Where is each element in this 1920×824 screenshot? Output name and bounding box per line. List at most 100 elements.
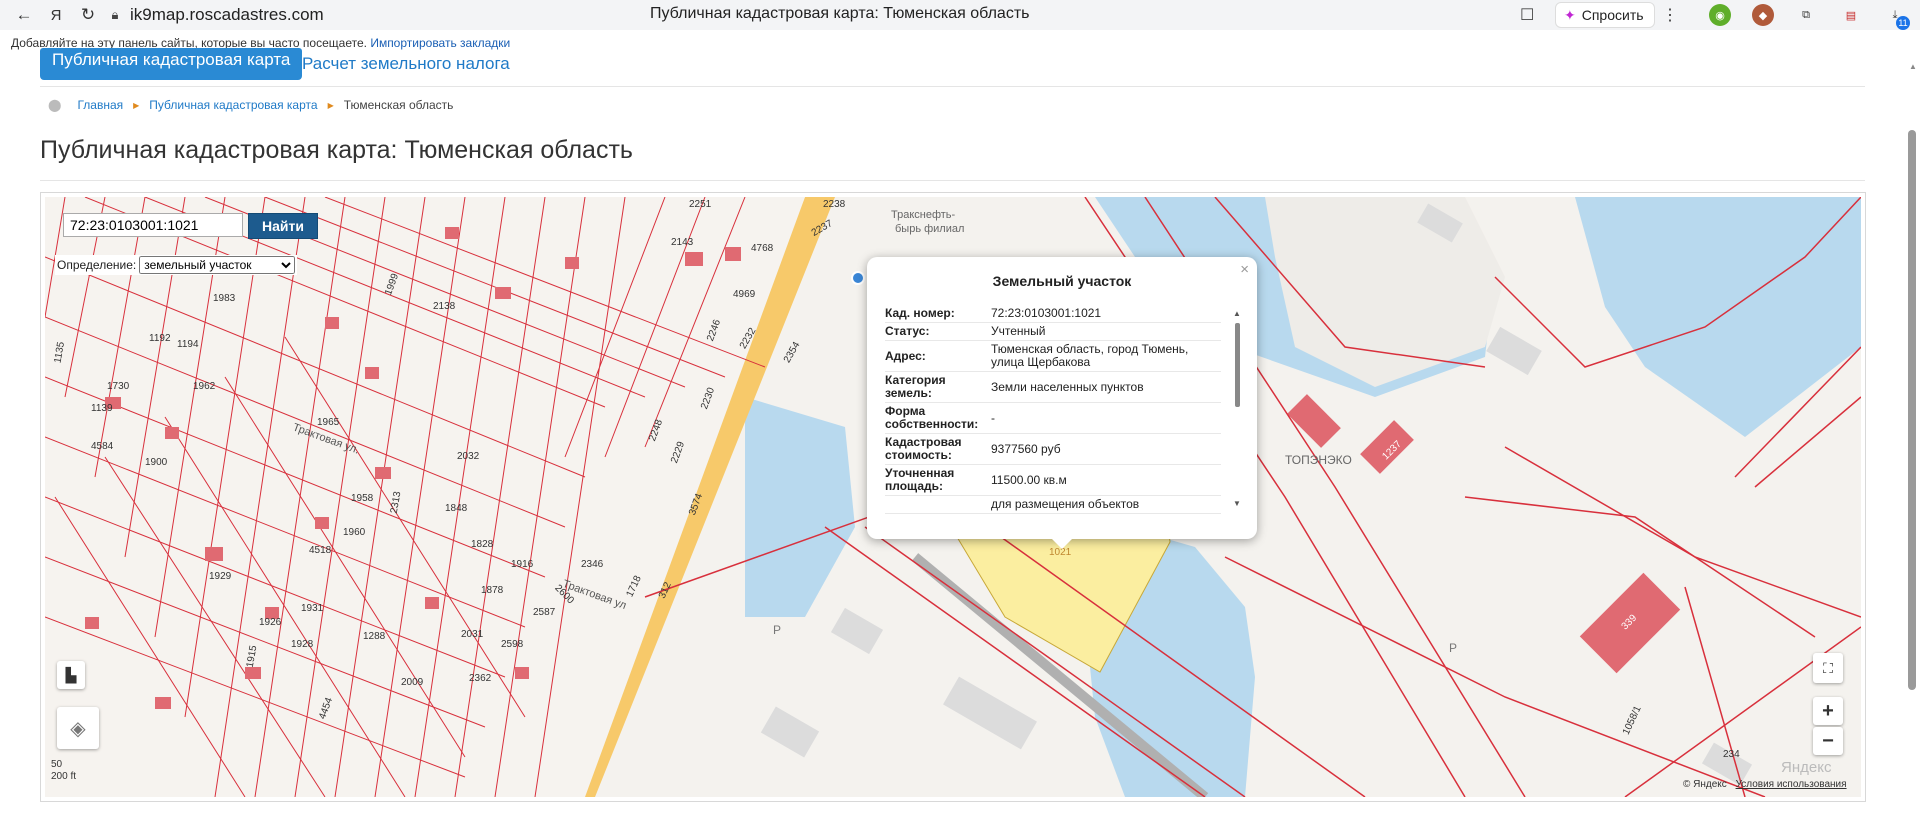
- parcel-label: 1916: [511, 559, 534, 570]
- poi-label: Тракснефть-: [891, 209, 956, 221]
- extension-icon-1[interactable]: ◉: [1709, 4, 1731, 26]
- definition-row: Определение: земельный участок: [55, 255, 298, 275]
- row-value: Тюменская область, город Тюмень, улица Щ…: [991, 340, 1221, 372]
- map-pin-icon[interactable]: [851, 271, 865, 285]
- parking-label: P: [773, 623, 782, 637]
- parcel-label: 1237: [1380, 438, 1404, 463]
- table-row: Форма собственности: -: [885, 402, 1221, 434]
- breadcrumb-home[interactable]: Главная: [77, 98, 123, 112]
- parcel-label: 4768: [751, 243, 774, 254]
- zoom-in-button[interactable]: +: [1813, 697, 1843, 725]
- cadastral-number-input[interactable]: [63, 213, 243, 237]
- location-pin-icon: ⬤: [48, 98, 62, 112]
- parcel-label: 1718: [624, 574, 644, 599]
- row-value: для размещения объектов: [991, 495, 1221, 514]
- row-key: Категория земель:: [885, 371, 991, 403]
- parcel-label: 4969: [733, 289, 756, 300]
- scroll-down-icon[interactable]: ▼: [1233, 499, 1241, 508]
- yandex-logo: Яндекс: [1781, 759, 1832, 776]
- breadcrumb-separator-icon: ▶: [327, 100, 334, 110]
- menu-icon[interactable]: ⋮: [1662, 5, 1678, 25]
- parcel-label: 4584: [91, 441, 114, 452]
- parcel-label: 1926: [259, 617, 282, 628]
- parcel-label: 4454: [317, 696, 336, 721]
- bookmark-icon[interactable]: ☐: [1520, 5, 1534, 25]
- row-key: Кад. номер:: [885, 305, 991, 323]
- table-row: для размещения объектов: [885, 495, 1221, 514]
- parcel-label: 1958: [351, 493, 374, 504]
- downloads-badge: 11: [1896, 16, 1910, 30]
- definition-label: Определение:: [57, 258, 137, 272]
- extension-icon-2[interactable]: ◆: [1752, 4, 1774, 26]
- parcel-label: 4518: [309, 545, 332, 556]
- parcel-label: 1962: [193, 381, 216, 392]
- reload-icon[interactable]: ↻: [72, 0, 104, 30]
- extension-icon-3[interactable]: ⧉: [1795, 4, 1817, 26]
- parcel-label: 2237: [809, 218, 835, 239]
- row-value: -: [991, 402, 1221, 434]
- layers-button[interactable]: ◈: [57, 707, 99, 749]
- parcel-label: 2138: [433, 301, 456, 312]
- parcel-label: 2032: [457, 451, 480, 462]
- parcel-label: 234: [1723, 749, 1740, 760]
- ask-button[interactable]: ✦ Спросить: [1555, 2, 1655, 28]
- parcel-label: 2346: [581, 559, 604, 570]
- import-bookmarks-link[interactable]: Импортировать закладки: [370, 36, 510, 50]
- breadcrumb: ⬤ Главная ▶ Публичная кадастровая карта …: [48, 98, 453, 112]
- back-icon[interactable]: ←: [8, 0, 40, 30]
- parcel-label: 2354: [781, 340, 803, 365]
- parcel-label: 2313: [388, 490, 404, 515]
- breadcrumb-current: Тюменская область: [343, 98, 454, 112]
- table-row: Адрес: Тюменская область, город Тюмень, у…: [885, 340, 1221, 372]
- row-key: [885, 495, 991, 514]
- scroll-up-icon[interactable]: ▲: [1233, 309, 1241, 318]
- parcel-label: 1965: [317, 417, 340, 428]
- terms-link[interactable]: Условия использования: [1736, 779, 1847, 790]
- parcel-label: 1928: [291, 639, 314, 650]
- copyright-text: © Яндекс: [1683, 779, 1727, 790]
- lock-icon[interactable]: 🔒︎: [104, 7, 126, 23]
- parcel-info-popup: × Земельный участок Кад. номер: 72:23:010…: [867, 257, 1257, 549]
- popup-scrollbar[interactable]: ▲ ▼: [1233, 309, 1241, 509]
- map-copyright: © Яндекс Условия использования: [1683, 779, 1847, 790]
- definition-select[interactable]: земельный участок: [139, 256, 296, 274]
- page-title: Публичная кадастровая карта: Тюменская о…: [40, 136, 633, 164]
- breadcrumb-section[interactable]: Публичная кадастровая карта: [149, 98, 317, 112]
- parcel-label: 2230: [699, 386, 718, 411]
- row-value: 11500.00 кв.м: [991, 464, 1221, 496]
- scale-bottom: 200 ft: [51, 771, 77, 782]
- browser-toolbar: ← Я ↻ 🔒︎ ik9map.roscadastres.com Публичн…: [0, 0, 1920, 30]
- address-bar[interactable]: ik9map.roscadastres.com: [130, 5, 630, 25]
- parcel-label: 1960: [343, 527, 366, 538]
- tab-land-tax[interactable]: Расчет земельного налога: [302, 54, 510, 74]
- parcel-label: 1900: [145, 457, 168, 468]
- ruler-icon: ▙: [65, 666, 77, 683]
- divider: [40, 86, 1865, 87]
- parcel-label: 1288: [363, 631, 386, 642]
- poi-label: ТОПЭНЭКО: [1285, 453, 1352, 467]
- parcel-label: 2143: [671, 237, 694, 248]
- table-row: Кадастровая стоимость: 9377560 руб: [885, 433, 1221, 465]
- parcel-label: 2248: [647, 418, 666, 443]
- parcel-label: 1139: [91, 403, 113, 414]
- page-scroll-up-icon[interactable]: ▲: [1909, 62, 1917, 71]
- yandex-browser-icon[interactable]: Я: [40, 0, 72, 30]
- zoom-out-button[interactable]: −: [1813, 727, 1843, 755]
- ai-icon: ✦: [1564, 6, 1576, 23]
- cadastral-search: Найти: [63, 213, 318, 239]
- find-button[interactable]: Найти: [248, 213, 318, 239]
- cadastral-map[interactable]: Трактовая ул. Трактовая ул Тракснефть- б…: [45, 197, 1861, 797]
- fullscreen-button[interactable]: ⛶: [1813, 653, 1843, 683]
- table-row: Кад. номер: 72:23:0103001:1021: [885, 305, 1221, 323]
- extension-icon-4[interactable]: ▤: [1840, 4, 1862, 26]
- parcel-label: 1929: [209, 571, 232, 582]
- popup-scroll-thumb[interactable]: [1235, 323, 1240, 407]
- layers-icon: ◈: [70, 717, 86, 740]
- page-scrollbar[interactable]: [1908, 130, 1916, 690]
- ask-button-label: Спросить: [1581, 7, 1644, 23]
- tab-cadastral-map[interactable]: Публичная кадастровая карта: [40, 48, 303, 80]
- ruler-button[interactable]: ▙: [57, 661, 85, 689]
- parcel-label: 2232: [737, 326, 759, 351]
- row-key: Кадастровая стоимость:: [885, 433, 991, 465]
- row-key: Адрес:: [885, 340, 991, 372]
